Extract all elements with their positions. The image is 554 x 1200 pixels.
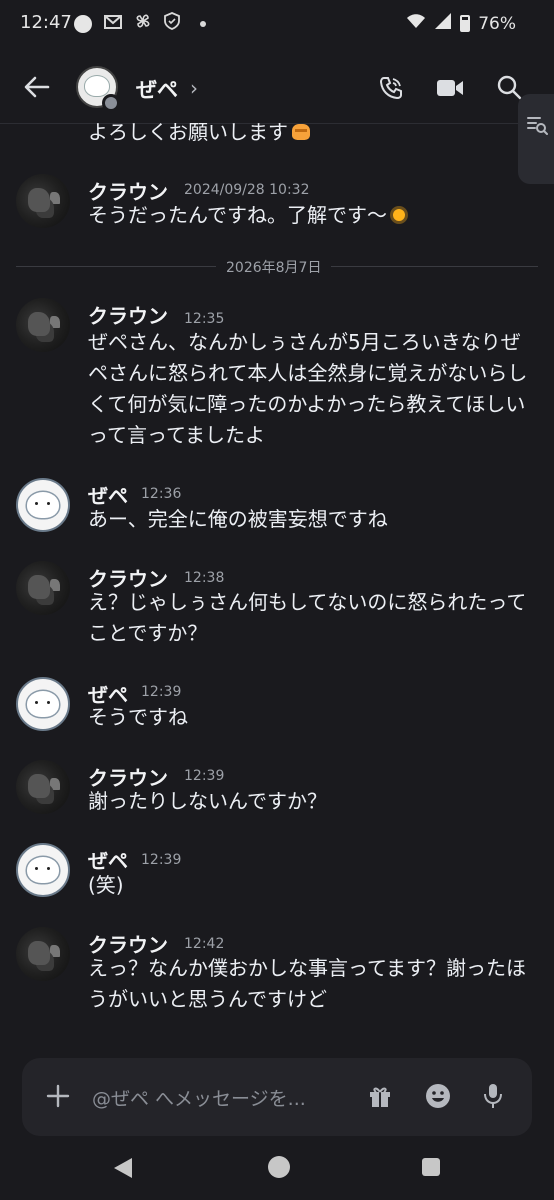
nav-recents-icon[interactable] — [422, 1158, 440, 1176]
nav-back-icon[interactable] — [112, 1156, 134, 1180]
channel-header: ぜペ › — [0, 50, 554, 126]
avatar[interactable] — [16, 561, 70, 615]
signal-icon — [434, 12, 452, 35]
mail-icon — [104, 14, 122, 34]
avatar[interactable] — [16, 843, 70, 897]
message-timestamp: 12:35 — [184, 311, 225, 327]
system-navigation-bar — [0, 1140, 554, 1200]
message-timestamp: 12:39 — [184, 768, 225, 784]
message-text: よろしくお願いします — [88, 120, 288, 144]
message-text: (笑) — [88, 873, 124, 897]
bowing-person-emoji-icon — [290, 120, 312, 142]
search-icon[interactable] — [496, 74, 522, 100]
sun-emoji-icon — [389, 205, 409, 225]
message-composer: @ぜペ へメッセージを... — [22, 1058, 532, 1136]
message-text: ぜペさん、なんかしぅさんが5月ころいきなりぜペさんに怒られて本人は全然身に覚えが… — [88, 330, 528, 447]
message-text: え？じゃしぅさん何もしてないのに怒られたってことですか？ — [88, 590, 527, 645]
message-text: そうですね — [88, 705, 188, 729]
date-divider-label: 2026年8月7日 — [216, 257, 332, 277]
phone-call-icon[interactable] — [378, 75, 404, 101]
message-timestamp: 12:36 — [141, 486, 182, 502]
message-timestamp: 12:42 — [184, 936, 225, 952]
avatar[interactable] — [16, 760, 70, 814]
wifi-icon — [406, 13, 426, 34]
system-status: 76% — [406, 12, 516, 35]
avatar[interactable] — [16, 174, 70, 228]
status-badge — [102, 94, 120, 112]
message-text: えっ？なんか僕おかしな事言ってます？謝ったほうがいいと思うんですけど — [88, 956, 526, 1011]
avatar[interactable] — [16, 927, 70, 981]
message-text: そうだったんですね。了解です〜 — [88, 203, 387, 227]
nav-home-icon[interactable] — [268, 1156, 290, 1178]
chevron-right-icon[interactable]: › — [190, 76, 198, 100]
back-arrow-icon[interactable] — [22, 72, 52, 102]
battery-icon — [460, 15, 471, 32]
list-search-icon — [527, 117, 548, 135]
channel-title[interactable]: ぜペ — [136, 74, 178, 104]
status-time: 12:47 — [20, 12, 72, 33]
message-timestamp: 12:39 — [141, 852, 182, 868]
status-bar: 12:47 76% — [0, 0, 554, 48]
message-text: 謝ったりしないんですか？ — [88, 789, 327, 813]
message-body: そうだったんですね。了解です〜 — [88, 200, 528, 231]
continued-message: よろしくお願いします — [88, 116, 312, 145]
avatar[interactable] — [16, 677, 70, 731]
message-input[interactable]: @ぜペ へメッセージを... — [92, 1084, 306, 1111]
avatar[interactable] — [16, 478, 70, 532]
plus-icon[interactable] — [46, 1084, 70, 1108]
pinwheel-icon — [134, 12, 152, 35]
message-timestamp: 2024/09/28 10:32 — [184, 182, 310, 198]
message-author[interactable]: クラウン — [88, 300, 168, 329]
battery-percent: 76% — [478, 13, 516, 34]
message-timestamp: 12:39 — [141, 684, 182, 700]
message-timestamp: 12:38 — [184, 570, 225, 586]
emoji-icon[interactable] — [424, 1082, 452, 1110]
gift-icon[interactable] — [368, 1084, 392, 1108]
member-list-tab[interactable] — [518, 94, 554, 184]
avatar[interactable] — [16, 298, 70, 352]
shield-icon — [164, 12, 180, 35]
circle-dot-icon — [74, 14, 92, 33]
message-text: あー、完全に俺の被害妄想ですね — [88, 507, 388, 531]
microphone-icon[interactable] — [482, 1082, 504, 1110]
video-camera-icon[interactable] — [436, 77, 464, 99]
dot-icon — [200, 20, 206, 27]
notification-icons — [74, 12, 206, 35]
